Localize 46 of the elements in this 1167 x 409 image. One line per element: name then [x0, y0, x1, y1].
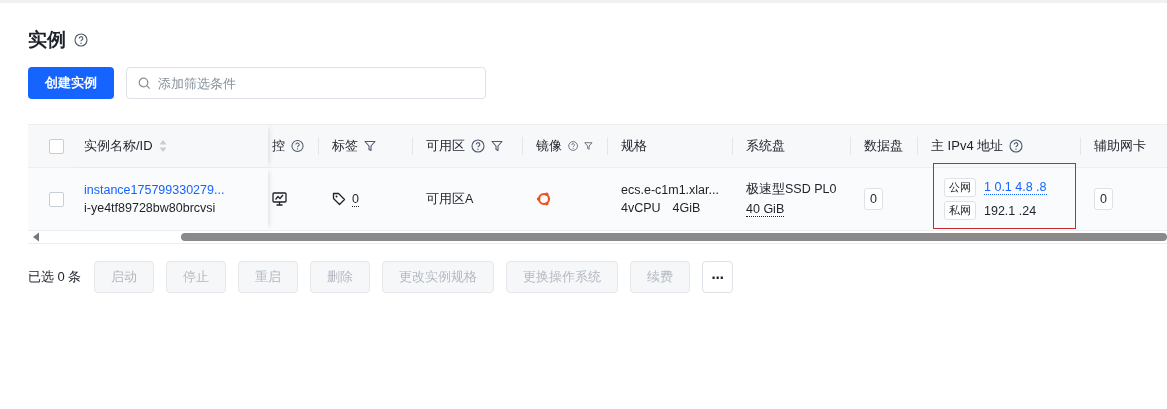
- scroll-left-icon[interactable]: [32, 232, 40, 242]
- cpu-text: 4vCPU: [621, 201, 661, 215]
- more-button[interactable]: ⋯: [702, 261, 733, 293]
- tag-count[interactable]: 0: [352, 191, 359, 207]
- search-icon: [138, 77, 151, 90]
- filter-icon[interactable]: [364, 140, 376, 152]
- tag-icon: [332, 192, 346, 206]
- column-header: 主 IPv4 地址: [931, 137, 1004, 155]
- horizontal-scrollbar[interactable]: [28, 231, 1167, 244]
- column-header: 可用区: [426, 137, 465, 155]
- data-disk-count[interactable]: 0: [864, 188, 883, 210]
- column-header: 实例名称/ID: [84, 137, 153, 155]
- eni-count[interactable]: 0: [1094, 188, 1113, 210]
- column-header: 规格: [621, 137, 647, 155]
- checkbox[interactable]: [49, 191, 64, 207]
- zone-text: 可用区A: [426, 190, 474, 208]
- selected-count: 已选 0 条: [28, 268, 82, 286]
- checkbox[interactable]: [49, 138, 64, 154]
- public-ip-link[interactable]: 1 0.1 4.8 .8: [984, 180, 1047, 195]
- private-ip-text: 192.1 .24: [984, 203, 1037, 218]
- column-header: 辅助网卡: [1094, 137, 1146, 155]
- spec-text: ecs.e-c1m1.xlar...: [621, 183, 719, 197]
- help-icon: [1009, 139, 1024, 153]
- disk-size-text[interactable]: 40 GiB: [746, 202, 785, 217]
- search-field[interactable]: 添加筛选条件: [126, 67, 486, 99]
- column-header: 系统盘: [746, 137, 785, 155]
- column-header: 数据盘: [864, 137, 903, 155]
- memory-text: 4GiB: [672, 201, 701, 215]
- column-header: 镜像: [536, 137, 562, 155]
- network-tag: 私网: [944, 201, 976, 220]
- monitor-icon[interactable]: [272, 192, 287, 206]
- help-icon: [568, 139, 579, 153]
- filter-icon[interactable]: [491, 140, 503, 152]
- column-header: 标签: [332, 137, 358, 155]
- help-icon: [291, 139, 304, 153]
- ring-logo-icon: [536, 191, 552, 207]
- page-title: 实例: [28, 28, 66, 52]
- instance-id: i-ye4tf89728bw80brcvsi: [84, 201, 217, 215]
- network-tag: 公网: [944, 178, 976, 197]
- help-icon: [74, 33, 88, 47]
- disk-type-text: 极速型SSD PL0: [746, 181, 837, 198]
- filter-icon[interactable]: [584, 140, 593, 152]
- create-instance-button[interactable]: 创建实例: [28, 67, 114, 99]
- help-icon: [471, 139, 485, 153]
- column-header: 控: [272, 137, 285, 155]
- instance-name-link[interactable]: instance175799330279...: [84, 183, 225, 197]
